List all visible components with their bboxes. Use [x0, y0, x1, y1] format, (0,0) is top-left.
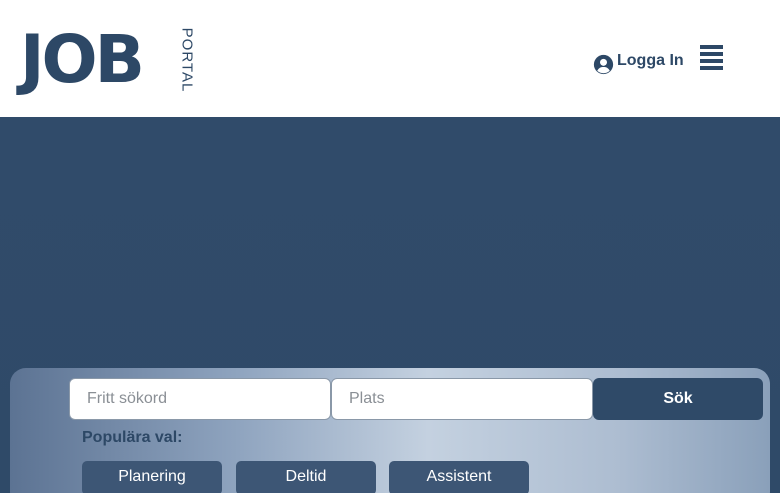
- popular-chip-assistent[interactable]: Assistent: [389, 461, 529, 493]
- job-portal-logo[interactable]: JOB PORTAL: [20, 24, 196, 96]
- logo-wordmark: JOB: [20, 21, 145, 98]
- popular-choices-label: Populära val:: [82, 429, 183, 446]
- popular-chip-planering[interactable]: Planering: [82, 461, 222, 493]
- search-button[interactable]: Sök: [593, 378, 763, 420]
- location-search-input[interactable]: [331, 378, 593, 420]
- logo-side-text: PORTAL: [178, 27, 196, 93]
- login-link[interactable]: Logga In: [593, 48, 684, 74]
- login-label: Logga In: [617, 52, 684, 69]
- hamburger-menu-icon[interactable]: [699, 45, 724, 70]
- popular-chip-deltid[interactable]: Deltid: [236, 461, 376, 493]
- user-circle-icon: [593, 54, 614, 74]
- site-header: JOB PORTAL Logga In: [0, 0, 780, 117]
- keyword-search-input[interactable]: [69, 378, 331, 420]
